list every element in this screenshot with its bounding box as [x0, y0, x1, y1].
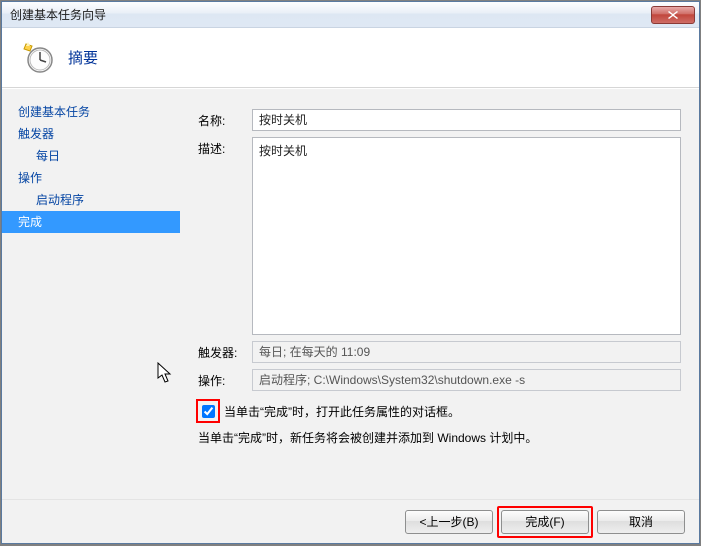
finish-hint: 当单击“完成”时，新任务将会被创建并添加到 Windows 计划中。 [198, 429, 681, 446]
desc-field[interactable]: 按时关机 [252, 137, 681, 335]
button-row: <上一步(B) 完成(F) 取消 [2, 499, 699, 543]
checkbox-highlight [198, 401, 218, 421]
body: 创建基本任务 触发器 每日 操作 启动程序 完成 名称: 按时关机 描述: 按时… [2, 88, 699, 499]
name-field[interactable]: 按时关机 [252, 109, 681, 131]
sidebar-item-daily[interactable]: 每日 [18, 145, 180, 167]
titlebar: 创建基本任务向导 [2, 2, 699, 28]
sidebar-item-start-program[interactable]: 启动程序 [18, 189, 180, 211]
sidebar: 创建基本任务 触发器 每日 操作 启动程序 完成 [2, 89, 180, 499]
close-icon [668, 11, 678, 19]
finish-button[interactable]: 完成(F) [501, 510, 589, 534]
trigger-label: 触发器: [198, 341, 252, 361]
desc-label: 描述: [198, 137, 252, 157]
header-band: 摘要 [2, 28, 699, 88]
sidebar-item-action[interactable]: 操作 [18, 167, 180, 189]
trigger-field: 每日; 在每天的 11:09 [252, 341, 681, 363]
wizard-window: 创建基本任务向导 摘要 创建基本任务 触发器 每日 操作 启动程序 [1, 1, 700, 544]
content: 名称: 按时关机 描述: 按时关机 触发器: 每日; 在每天的 11:09 操作… [180, 89, 699, 499]
action-field: 启动程序; C:\Windows\System32\shutdown.exe -… [252, 369, 681, 391]
sidebar-item-finish[interactable]: 完成 [2, 211, 180, 233]
open-properties-row: 当单击“完成”时，打开此任务属性的对话框。 [198, 401, 681, 421]
window-title: 创建基本任务向导 [10, 6, 651, 23]
name-label: 名称: [198, 109, 252, 129]
sidebar-item-trigger[interactable]: 触发器 [18, 123, 180, 145]
sidebar-item-create-task[interactable]: 创建基本任务 [18, 101, 180, 123]
open-properties-checkbox[interactable] [202, 405, 215, 418]
cancel-button[interactable]: 取消 [597, 510, 685, 534]
action-label: 操作: [198, 369, 252, 389]
header-title: 摘要 [68, 47, 98, 68]
open-properties-label: 当单击“完成”时，打开此任务属性的对话框。 [224, 403, 460, 420]
back-button[interactable]: <上一步(B) [405, 510, 493, 534]
close-button[interactable] [651, 6, 695, 24]
finish-highlight: 完成(F) [501, 510, 589, 534]
wizard-icon [22, 42, 54, 74]
